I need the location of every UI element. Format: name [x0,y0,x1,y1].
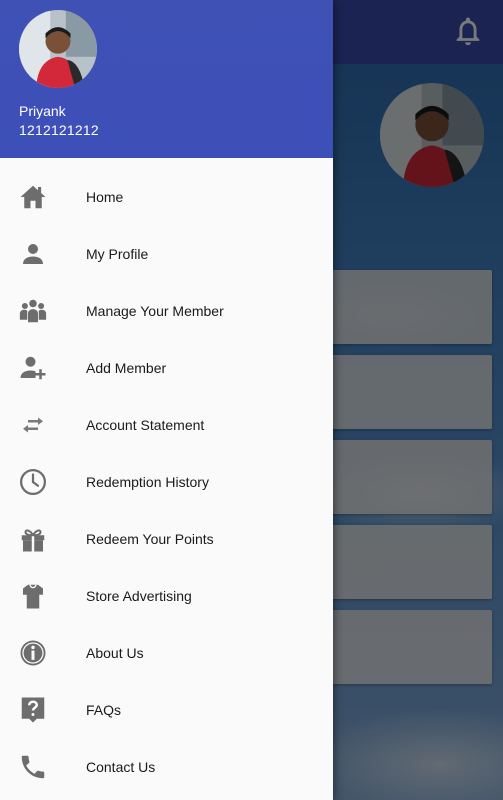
menu-item-add-member[interactable]: Add Member [0,339,333,396]
drawer-header: Priyank 1212121212 [0,0,333,158]
info-icon [18,638,48,668]
menu-item-faqs[interactable]: FAQs [0,681,333,738]
menu-item-contact-us[interactable]: Contact Us [0,738,333,795]
menu-item-about-us[interactable]: About Us [0,624,333,681]
phone-icon [18,752,48,782]
drawer-menu: Home My Profile Manage Your Member Add M… [0,168,333,795]
swap-arrows-icon [18,410,48,440]
menu-item-my-profile[interactable]: My Profile [0,225,333,282]
menu-label: Store Advertising [86,587,192,604]
menu-label: My Profile [86,245,149,262]
menu-item-account-statement[interactable]: Account Statement [0,396,333,453]
menu-item-redeem-your-points[interactable]: Redeem Your Points [0,510,333,567]
add-person-icon [18,353,48,383]
navigation-drawer: Priyank 1212121212 Home My Profile Manag… [0,0,333,800]
group-icon [18,296,48,326]
menu-item-redemption-history[interactable]: Redemption History [0,453,333,510]
home-icon [18,182,48,212]
menu-item-store-advertising[interactable]: Store Advertising [0,567,333,624]
menu-label: FAQs [86,701,122,718]
menu-item-manage-your-member[interactable]: Manage Your Member [0,282,333,339]
menu-item-home[interactable]: Home [0,168,333,225]
menu-label: Home [86,188,124,205]
menu-label: Contact Us [86,758,156,775]
menu-label: Manage Your Member [86,302,224,319]
shirt-icon [18,581,48,611]
menu-label: Redeem Your Points [86,530,214,547]
help-icon [18,695,48,725]
gift-icon [18,524,48,554]
menu-label: Add Member [86,359,167,376]
person-icon [18,239,48,269]
user-name: Priyank [19,103,66,119]
menu-label: Account Statement [86,416,205,433]
user-phone: 1212121212 [19,122,99,138]
menu-label: About Us [86,644,144,661]
menu-label: Redemption History [86,473,209,490]
clock-icon [18,467,48,497]
drawer-avatar[interactable] [19,10,97,88]
